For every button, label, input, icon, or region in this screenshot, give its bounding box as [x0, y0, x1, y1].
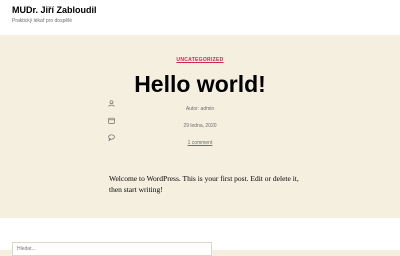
- post-comments[interactable]: 1 comment: [0, 140, 400, 146]
- post-title[interactable]: Hello world!: [0, 70, 400, 98]
- post-date[interactable]: 29 ledna, 2020: [0, 123, 400, 129]
- category-link[interactable]: UNCATEGORIZED: [0, 57, 400, 63]
- post-content: Welcome to WordPress. This is your first…: [109, 174, 299, 194]
- search-input[interactable]: [12, 242, 212, 256]
- site-header: MUDr. Jiří Zabloudil Praktický lékař pro…: [0, 0, 400, 35]
- site-title[interactable]: MUDr. Jiří Zabloudil: [12, 5, 97, 15]
- site-description: Praktický lékař pro dospělé: [12, 18, 73, 24]
- post-author[interactable]: Autor: admin: [0, 106, 400, 112]
